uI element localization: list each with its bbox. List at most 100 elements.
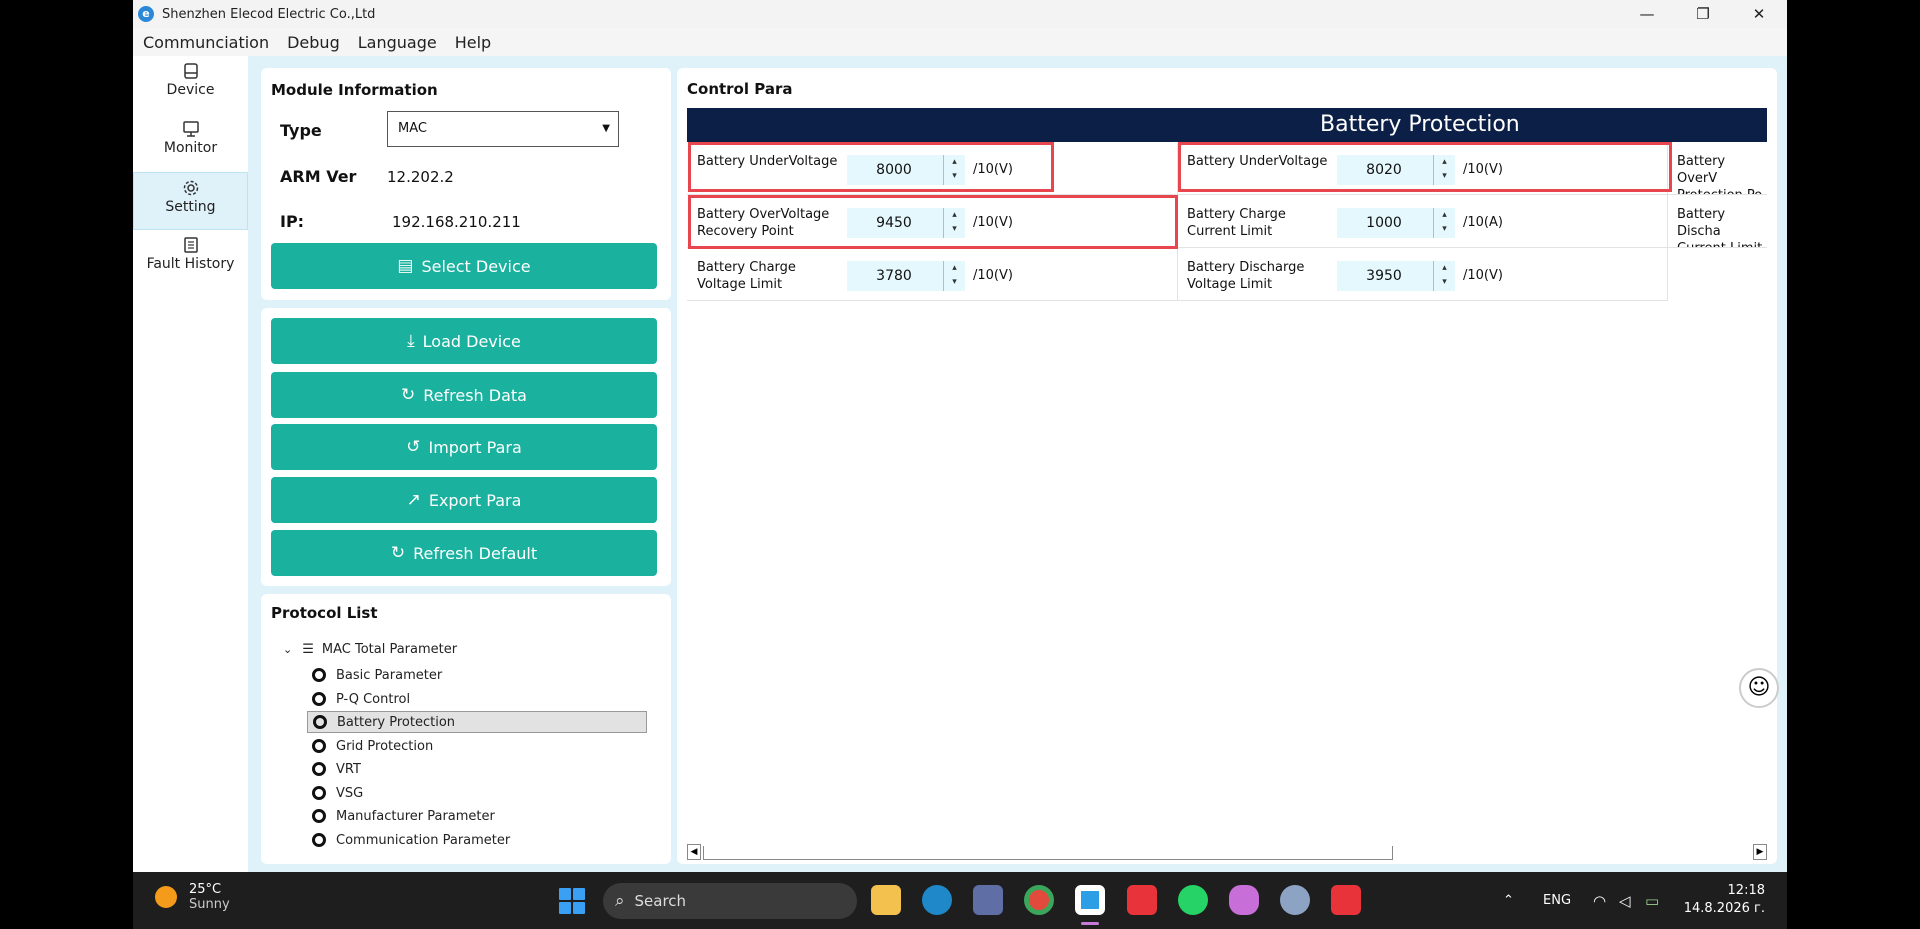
title-bar: e Shenzhen Elecod Electric Co.,Ltd — ❐ ✕ (133, 0, 1787, 28)
spin-buttons-icon[interactable]: ▴ ▾ (943, 261, 965, 291)
weather-desc: Sunny (189, 897, 230, 912)
sidebar-item-label: Monitor (163, 140, 218, 156)
tree-item-vsg[interactable]: VSG (307, 782, 647, 804)
active-app-icon[interactable] (1075, 885, 1105, 915)
sidebar-item-fault-history[interactable]: Fault History (133, 230, 248, 288)
param-label: Battery Charge Voltage Limit (697, 260, 796, 292)
tree-item-label: Battery Protection (337, 714, 456, 730)
sidebar-item-device[interactable]: Device (133, 56, 248, 114)
tree-item-label: VRT (336, 761, 361, 777)
tree-item-label: Manufacturer Parameter (336, 808, 495, 824)
ip-label: IP: (280, 212, 305, 231)
import-para-button[interactable]: ↺ Import Para (271, 424, 657, 470)
type-select[interactable]: MAC ▼ (387, 111, 619, 147)
settings-gear-icon[interactable] (1280, 885, 1310, 915)
radio-icon (312, 739, 326, 753)
refresh-default-button[interactable]: ↻ Refresh Default (271, 530, 657, 576)
control-para-panel: Control Para Battery Protection Battery … (677, 68, 1777, 864)
tree-item-battery-protection[interactable]: Battery Protection (307, 711, 647, 733)
horizontal-scrollbar[interactable]: ◀ ▶ (687, 842, 1767, 860)
tree-item-communication-parameter[interactable]: Communication Parameter (307, 829, 647, 851)
language-indicator[interactable]: ENG (1543, 872, 1571, 929)
app-body: Device Monitor Setting Fault History Mod… (133, 56, 1787, 872)
highlight-box (1178, 142, 1672, 192)
hard-drive-icon (183, 63, 198, 79)
tree-item-label: Basic Parameter (336, 667, 443, 683)
module-info-panel: Module Information Type MAC ▼ ARM Ver 12… (261, 68, 671, 300)
export-para-label: Export Para (428, 490, 522, 510)
file-explorer-icon[interactable] (871, 885, 901, 915)
radio-icon (312, 833, 326, 847)
menu-bar: Communciation Debug Language Help (133, 28, 1787, 56)
arm-ver-value: 12.202.2 (387, 168, 454, 186)
param-label: Battery Discha Current Limit (1677, 207, 1762, 247)
refresh-icon: ↻ (390, 543, 406, 563)
clock-time: 12:18 (1727, 883, 1765, 898)
search-label: Search (634, 892, 687, 910)
tree-item-grid-protection[interactable]: Grid Protection (307, 735, 647, 757)
close-button[interactable]: ✕ (1731, 0, 1787, 28)
taskbar-clock[interactable]: 12:18 14.8.2026 г. (1684, 882, 1765, 918)
refresh-default-label: Refresh Default (413, 543, 538, 563)
spin-buttons-icon[interactable]: ▴ ▾ (1433, 208, 1455, 238)
refresh-icon: ↻ (401, 385, 416, 405)
volume-icon[interactable]: ◁ (1619, 872, 1631, 929)
edge-browser-icon[interactable] (922, 885, 952, 915)
export-para-button[interactable]: ↗ Export Para (271, 477, 657, 523)
dropdown-arrow-icon: ▼ (602, 123, 610, 134)
menu-help[interactable]: Help (455, 33, 491, 52)
load-device-button[interactable]: ⤓ Load Device (271, 318, 657, 364)
app-logo-icon: e (138, 6, 154, 22)
monitor-icon (182, 121, 199, 137)
tray-chevron-icon[interactable]: ⌃ (1503, 872, 1514, 929)
radio-icon (313, 715, 327, 729)
param-cell-partial: Battery OverV Protection Po (1667, 143, 1767, 195)
tree-item-basic-parameter[interactable]: Basic Parameter (307, 664, 647, 686)
network-app-icon[interactable] (973, 885, 1003, 915)
param-cell: Battery Charge Current Limit 1000 ▴ ▾ /10… (1177, 196, 1667, 248)
radio-icon (312, 786, 326, 800)
taskbar-search[interactable]: ⌕ Search (603, 883, 857, 919)
param-cell: Battery Discharge Voltage Limit 3950 ▴ ▾ … (1177, 249, 1667, 301)
menu-language[interactable]: Language (358, 33, 437, 52)
wifi-icon[interactable]: ◠ (1593, 872, 1606, 929)
menu-communciation[interactable]: Communciation (143, 33, 269, 52)
scroll-thumb[interactable] (703, 846, 1393, 860)
tree-item-pq-control[interactable]: P-Q Control (307, 688, 647, 710)
arm-ver-label: ARM Ver (280, 167, 357, 186)
tree-item-manufacturer-parameter[interactable]: Manufacturer Parameter (307, 805, 647, 827)
tree-root-mac-total[interactable]: ⌄ ☰ MAC Total Parameter (283, 642, 457, 657)
tree-item-label: Communication Parameter (336, 832, 511, 848)
menu-debug[interactable]: Debug (287, 33, 340, 52)
butterfly-app-icon[interactable] (1229, 885, 1259, 915)
battery-icon[interactable]: ▭ (1645, 872, 1659, 929)
anydesk-icon[interactable] (1127, 885, 1157, 915)
chevron-down-icon[interactable]: ⌄ (283, 643, 292, 656)
protocol-list-panel: Protocol List ⌄ ☰ MAC Total Parameter Ba… (261, 594, 671, 864)
highlight-box (688, 195, 1178, 249)
weather-widget[interactable]: 25°C Sunny (155, 882, 230, 912)
actions-panel: ⤓ Load Device ↻ Refresh Data ↺ Import Pa… (261, 308, 671, 586)
param-label: Battery Charge Current Limit (1187, 207, 1286, 239)
sidebar-item-setting[interactable]: Setting (133, 172, 248, 230)
type-select-value: MAC (398, 121, 427, 136)
anydesk-icon-2[interactable] (1331, 885, 1361, 915)
spin-buttons-icon[interactable]: ▴ ▾ (1433, 261, 1455, 291)
whatsapp-icon[interactable] (1178, 885, 1208, 915)
tree-item-label: P-Q Control (336, 691, 411, 707)
refresh-data-button[interactable]: ↻ Refresh Data (271, 372, 657, 418)
chrome-icon[interactable] (1024, 885, 1054, 915)
scroll-left-icon[interactable]: ◀ (687, 844, 701, 860)
sidebar-item-monitor[interactable]: Monitor (133, 114, 248, 172)
sidebar-item-label: Fault History (146, 256, 235, 272)
select-device-button[interactable]: ▤ Select Device (271, 243, 657, 289)
windows-start-icon[interactable] (559, 888, 585, 914)
assistant-avatar-icon[interactable]: ☺ (1739, 668, 1779, 708)
sun-icon (155, 886, 177, 908)
tree-item-vrt[interactable]: VRT (307, 758, 647, 780)
param-label: Battery Discharge Voltage Limit (1187, 260, 1305, 292)
restore-button[interactable]: ❐ (1675, 0, 1731, 28)
scroll-right-icon[interactable]: ▶ (1753, 844, 1767, 860)
minimize-button[interactable]: — (1619, 0, 1675, 28)
sidebar-item-label: Setting (165, 199, 216, 215)
